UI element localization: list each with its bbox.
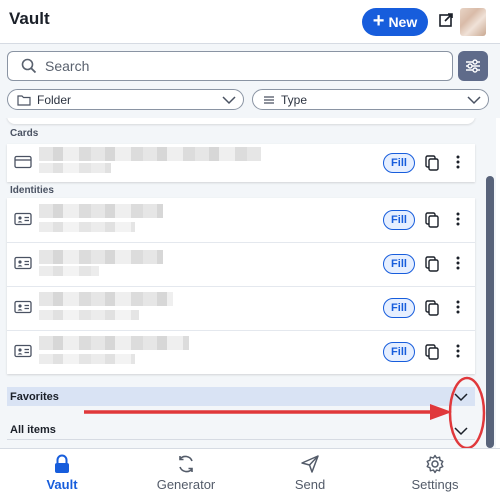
search-input[interactable] [45, 58, 425, 74]
search-area: Folder Type [0, 44, 500, 118]
all-items-group-header[interactable]: All items [7, 421, 475, 440]
copy-icon[interactable] [425, 256, 439, 272]
header: Vault + New [0, 0, 500, 44]
new-item-button[interactable]: + New [362, 8, 428, 36]
chevron-down-icon [467, 96, 481, 105]
generate-icon [179, 455, 193, 473]
section-label-cards: Cards [10, 128, 39, 139]
type-select[interactable]: Type [252, 89, 489, 110]
copy-icon[interactable] [425, 344, 439, 360]
lock-icon [55, 454, 69, 473]
list-item[interactable]: Fill [7, 198, 475, 242]
chevron-down-icon[interactable] [453, 391, 469, 403]
more-options-icon[interactable] [455, 343, 461, 359]
page-title: Vault [9, 9, 50, 28]
folder-select-label: Folder [37, 92, 72, 107]
plus-icon: + [372, 10, 385, 32]
item-detail-redacted [39, 354, 135, 364]
scrollbar[interactable] [484, 118, 496, 448]
fill-button[interactable]: Fill [383, 342, 415, 362]
fill-button[interactable]: Fill [383, 153, 415, 173]
more-options-icon[interactable] [455, 154, 461, 170]
item-name-redacted [39, 292, 173, 306]
vault-list[interactable]: Cards Fill Identities Fill Fill Fill Fil… [0, 118, 484, 448]
cards-list: Fill [7, 144, 475, 182]
list-icon [264, 95, 274, 104]
folder-select[interactable]: Folder [7, 89, 244, 110]
item-name-redacted [39, 250, 163, 264]
nav-settings-label: Settings [411, 477, 459, 492]
more-options-icon[interactable] [455, 255, 461, 271]
nav-send[interactable]: Send [270, 449, 350, 500]
avatar[interactable] [460, 8, 486, 36]
copy-icon[interactable] [425, 212, 439, 228]
favorites-label: Favorites [10, 390, 59, 403]
search-field[interactable] [7, 51, 453, 81]
chevron-down-icon [222, 96, 236, 105]
vault-popup: Vault + New Search Folder Type Cards Fil… [0, 0, 500, 500]
section-label-identities: Identities [10, 185, 54, 196]
item-detail-redacted [39, 222, 135, 232]
fill-button[interactable]: Fill [383, 210, 415, 230]
item-name-redacted [39, 336, 189, 350]
item-detail-redacted [39, 310, 139, 320]
id-card-icon [14, 344, 32, 358]
id-card-icon [14, 300, 32, 314]
nav-send-label: Send [294, 477, 326, 492]
send-icon [301, 455, 319, 473]
folder-icon [17, 94, 31, 106]
bottom-navigation: Vault Generator Send Settings [0, 448, 500, 500]
id-card-icon [14, 212, 32, 226]
nav-settings[interactable]: Settings [390, 449, 480, 500]
scrollbar-thumb[interactable] [486, 176, 494, 448]
more-options-icon[interactable] [455, 299, 461, 315]
sliders-icon [466, 59, 480, 73]
id-card-icon [14, 256, 32, 270]
nav-generator-label: Generator [156, 477, 216, 492]
credit-card-icon [14, 155, 32, 169]
nav-generator[interactable]: Generator [136, 449, 236, 500]
copy-icon[interactable] [425, 155, 439, 171]
item-detail-redacted [39, 163, 111, 173]
item-name-redacted [39, 147, 261, 161]
item-name-redacted [39, 204, 163, 218]
more-options-icon[interactable] [455, 211, 461, 227]
list-item[interactable]: Fill [7, 330, 475, 374]
nav-vault-label: Vault [46, 477, 78, 492]
previous-card-edge [7, 118, 475, 124]
fill-button[interactable]: Fill [383, 298, 415, 318]
gear-icon [426, 454, 444, 474]
search-icon [21, 58, 37, 74]
filter-settings-button[interactable] [458, 51, 488, 81]
item-detail-redacted [39, 266, 99, 276]
list-item[interactable]: Fill [7, 286, 475, 330]
chevron-down-icon[interactable] [453, 425, 469, 437]
nav-vault[interactable]: Vault [22, 449, 102, 500]
identities-list: Fill Fill Fill Fill [7, 198, 475, 374]
type-select-label: Type [281, 92, 308, 107]
popout-icon[interactable] [438, 12, 454, 28]
list-item[interactable]: Fill [7, 242, 475, 286]
fill-button[interactable]: Fill [383, 254, 415, 274]
list-item[interactable]: Fill [7, 141, 475, 185]
all-items-label: All items [10, 424, 56, 436]
new-button-label: New [388, 14, 418, 30]
favorites-group-header[interactable]: Favorites [7, 387, 475, 406]
copy-icon[interactable] [425, 300, 439, 316]
